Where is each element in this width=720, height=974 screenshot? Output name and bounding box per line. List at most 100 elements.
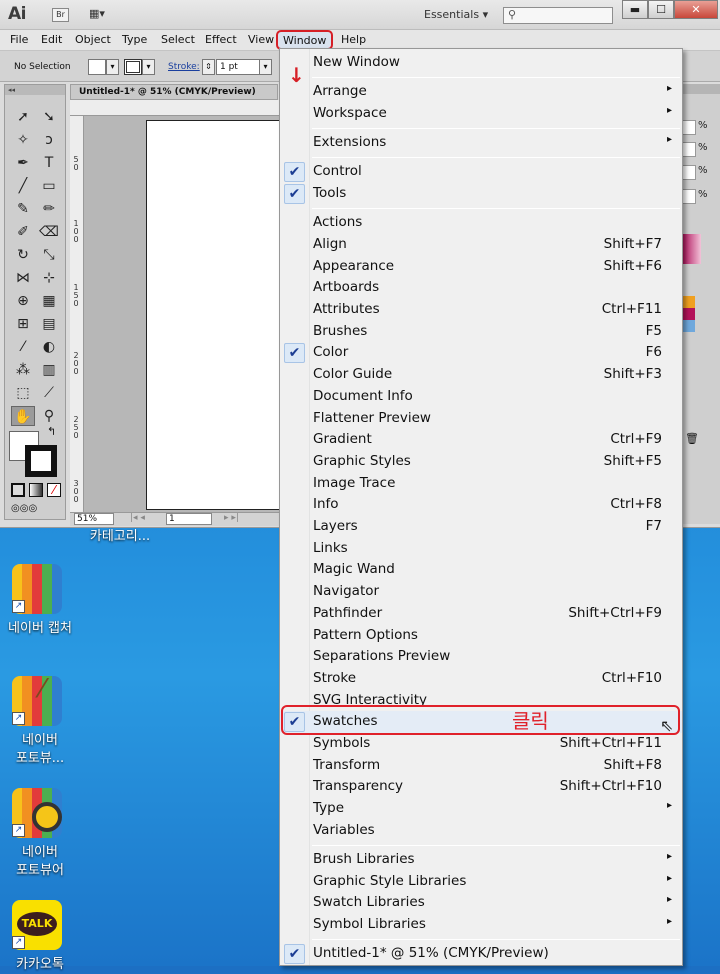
menu-help[interactable]: Help (341, 33, 366, 46)
blend-tool-icon[interactable]: ◐ (37, 337, 61, 357)
mesh-tool-icon[interactable]: ⊞ (11, 314, 35, 334)
menu-file[interactable]: File (10, 33, 28, 46)
menu-item-separations-preview[interactable]: Separations Preview (280, 646, 682, 668)
direct-selection-tool-icon[interactable]: ➘ (37, 107, 61, 127)
menu-item-color-guide[interactable]: Color Guide Shift+F3 (280, 364, 682, 386)
free-transform-tool-icon[interactable]: ⊹ (37, 268, 61, 288)
menu-item-actions[interactable]: Actions (280, 212, 682, 234)
stroke-dropdown[interactable]: ▾ (142, 59, 155, 75)
line-tool-icon[interactable]: ╱ (11, 176, 35, 196)
menu-item-links[interactable]: Links (280, 538, 682, 560)
workspace-switcher[interactable]: Essentials ▾ (424, 8, 488, 21)
eraser-tool-icon[interactable]: ⌫ (37, 222, 61, 242)
menu-effect[interactable]: Effect (205, 33, 237, 46)
close-button[interactable]: ✕ (674, 0, 718, 19)
document-tab[interactable]: Untitled-1* @ 51% (CMYK/Preview) (70, 84, 278, 100)
stroke-stepper[interactable]: ⇕ (202, 59, 215, 75)
stroke-weight-dropdown[interactable]: ▾ (259, 59, 272, 75)
menu-item-stroke[interactable]: Stroke Ctrl+F10 (280, 668, 682, 690)
menu-item-transform[interactable]: Transform Shift+F8 (280, 755, 682, 777)
artboard-nav-last-icon[interactable]: ▸ ▸| (224, 513, 239, 523)
menu-item-symbols[interactable]: Symbols Shift+Ctrl+F11 (280, 733, 682, 755)
menu-item-brushes[interactable]: Brushes F5 (280, 321, 682, 343)
color-value-field[interactable] (682, 189, 696, 204)
color-value-field[interactable] (682, 120, 696, 135)
gradient-mode-icon[interactable] (29, 483, 43, 497)
gradient-tool-icon[interactable]: ▤ (37, 314, 61, 334)
rectangle-tool-icon[interactable]: ▭ (37, 176, 61, 196)
menu-item-image-trace[interactable]: Image Trace (280, 473, 682, 495)
menu-edit[interactable]: Edit (41, 33, 62, 46)
menu-item-workspace[interactable]: Workspace ▸ (280, 103, 682, 125)
menu-object[interactable]: Object (75, 33, 111, 46)
menu-view[interactable]: View (248, 33, 274, 46)
magic-wand-tool-icon[interactable]: ✧ (11, 130, 35, 150)
rotate-tool-icon[interactable]: ↻ (11, 245, 35, 265)
menu-item-arrange[interactable]: Arrange ▸ (280, 81, 682, 103)
desktop-icon-naver-capture[interactable]: ↗ 네이버 캡처 (0, 560, 80, 650)
artboard-tool-icon[interactable]: ⬚ (11, 383, 35, 403)
menu-item-type[interactable]: Type ▸ (280, 798, 682, 820)
selection-tool-icon[interactable]: ➚ (11, 107, 35, 127)
pencil-tool-icon[interactable]: ✏ (37, 199, 61, 219)
menu-select[interactable]: Select (161, 33, 195, 46)
menu-item-layers[interactable]: Layers F7 (280, 516, 682, 538)
stroke-label[interactable]: Stroke: (168, 62, 200, 72)
blob-brush-tool-icon[interactable]: ✐ (11, 222, 35, 242)
menu-item-pattern-options[interactable]: Pattern Options (280, 625, 682, 647)
menu-item-align[interactable]: Align Shift+F7 (280, 234, 682, 256)
menu-item-symbol-libraries[interactable]: Symbol Libraries ▸ (280, 914, 682, 936)
menu-item-navigator[interactable]: Navigator (280, 581, 682, 603)
menu-item-appearance[interactable]: Appearance Shift+F6 (280, 256, 682, 278)
menu-item-graphic-styles[interactable]: Graphic Styles Shift+F5 (280, 451, 682, 473)
drawing-modes-icon[interactable]: ◎◎◎ (11, 503, 37, 514)
stroke-color-box[interactable] (25, 445, 57, 477)
artboard-nav-first-icon[interactable]: |◂ ◂ (130, 513, 145, 523)
scale-tool-icon[interactable]: ⤡ (37, 245, 61, 265)
symbol-sprayer-tool-icon[interactable]: ⁂ (11, 360, 35, 380)
desktop-icon-kakaotalk[interactable]: TALK ↗ 카카오톡 (0, 896, 80, 972)
desktop-icon-naver-photoviewer-1[interactable]: ⁄ ↗ 네이버 포토뷰... (0, 672, 80, 772)
artboard[interactable] (146, 120, 280, 510)
search-input[interactable]: ⚲ (503, 7, 613, 24)
swatch-chip[interactable] (683, 320, 695, 332)
color-spectrum[interactable] (683, 234, 701, 264)
menu-item-tools[interactable]: ✔ Tools (280, 183, 682, 205)
none-mode-icon[interactable]: ⁄ (47, 483, 61, 497)
bridge-button[interactable]: Br (52, 8, 69, 22)
perspective-grid-tool-icon[interactable]: ▦ (37, 291, 61, 311)
menu-item-graphic-style-libraries[interactable]: Graphic Style Libraries ▸ (280, 871, 682, 893)
slice-tool-icon[interactable]: ⟋ (37, 383, 61, 403)
type-tool-icon[interactable]: T (37, 153, 61, 173)
swatch-chip[interactable] (683, 308, 695, 320)
menu-window[interactable]: Window (276, 30, 334, 50)
trash-icon[interactable]: 🗑 (685, 432, 699, 445)
eyedropper-tool-icon[interactable]: ⁄ (11, 337, 35, 357)
fill-dropdown[interactable]: ▾ (106, 59, 119, 75)
zoom-field[interactable]: 51% (74, 513, 114, 525)
fill-swatch[interactable] (88, 59, 106, 75)
width-tool-icon[interactable]: ⋈ (11, 268, 35, 288)
menu-item-document-info[interactable]: Document Info (280, 386, 682, 408)
arrange-documents-button[interactable]: ▦▾ (89, 7, 115, 23)
panel-dock-header[interactable] (681, 84, 720, 94)
minimize-button[interactable]: ▬ (622, 0, 648, 19)
maximize-button[interactable]: ☐ (648, 0, 674, 19)
swatch-chip[interactable] (683, 296, 695, 308)
menu-item-control[interactable]: ✔ Control (280, 161, 682, 183)
desktop-icon-naver-photoviewer-2[interactable]: ↗ 네이버 포토뷰어 (0, 784, 80, 884)
stroke-swatch[interactable] (124, 59, 142, 75)
menu-item-swatch-libraries[interactable]: Swatch Libraries ▸ (280, 892, 682, 914)
menu-item-gradient[interactable]: Gradient Ctrl+F9 (280, 429, 682, 451)
menu-item-color[interactable]: ✔ Color F6 (280, 342, 682, 364)
menu-item-info[interactable]: Info Ctrl+F8 (280, 494, 682, 516)
menu-item-untitled-1-51-cmyk-preview[interactable]: ✔ Untitled-1* @ 51% (CMYK/Preview) (280, 943, 682, 965)
zoom-tool-icon[interactable]: ⚲ (37, 406, 61, 426)
menu-item-variables[interactable]: Variables (280, 820, 682, 842)
menu-item-attributes[interactable]: Attributes Ctrl+F11 (280, 299, 682, 321)
menu-type[interactable]: Type (122, 33, 147, 46)
hand-tool-icon[interactable]: ✋ (11, 406, 35, 426)
menu-item-new-window[interactable]: New Window (280, 52, 682, 74)
menu-item-extensions[interactable]: Extensions ▸ (280, 132, 682, 154)
swap-colors-icon[interactable]: ↰ (47, 425, 56, 438)
